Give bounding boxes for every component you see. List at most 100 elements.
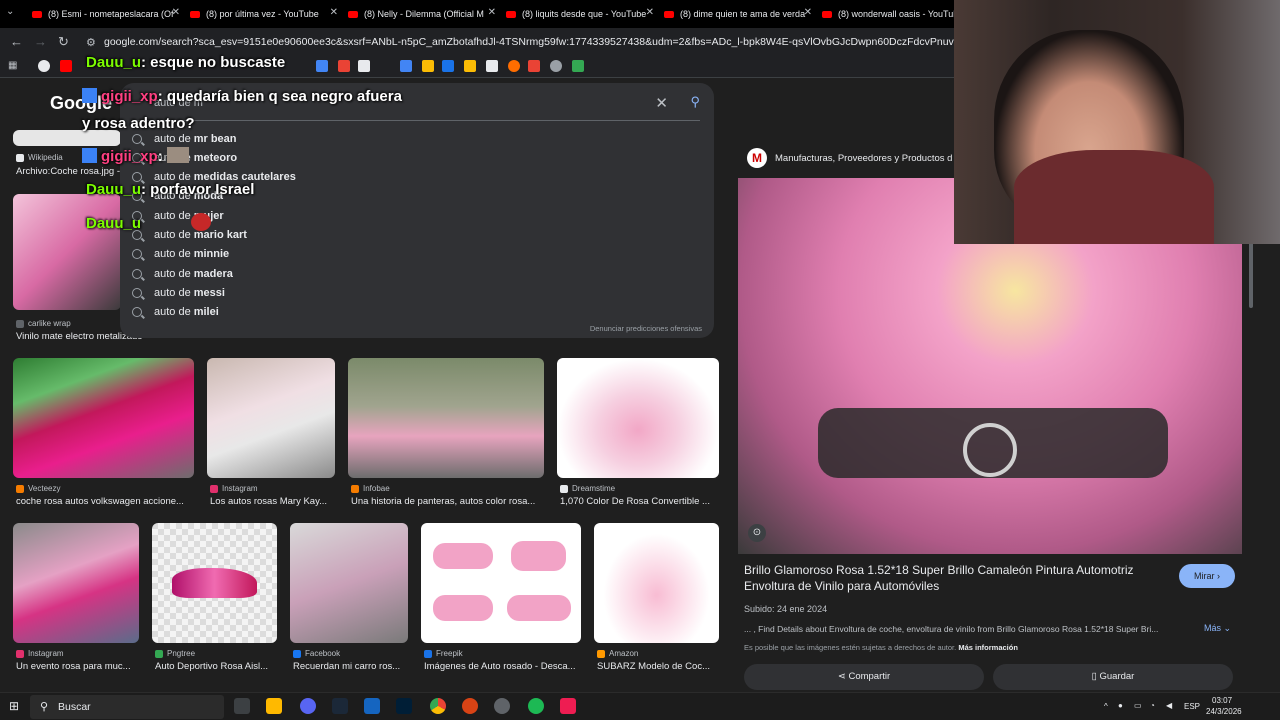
result-caption[interactable]: 1,070 Color De Rosa Convertible ... [560, 496, 719, 507]
apps-icon[interactable]: ▦ [8, 60, 20, 72]
infobae-icon [351, 484, 359, 493]
clock-date[interactable]: 24/3/2026 [1206, 707, 1242, 716]
vscode-icon[interactable] [364, 698, 380, 714]
result-image[interactable] [421, 523, 581, 643]
result-image[interactable] [13, 523, 139, 643]
preview-title[interactable]: Brillo Glamoroso Rosa 1.52*18 Super Bril… [744, 562, 1174, 594]
bookmark-icon[interactable] [572, 60, 584, 72]
result-caption[interactable]: Archivo:Coche rosa.jpg - [16, 166, 121, 177]
youtube-icon [664, 10, 674, 18]
file-explorer-icon[interactable] [266, 698, 282, 714]
suggestion-item[interactable]: auto de milei [132, 302, 219, 321]
bookmark-icon[interactable] [442, 60, 454, 72]
bookmark-icon[interactable] [422, 60, 434, 72]
suggestion-item[interactable]: auto de minnie [132, 244, 229, 263]
result-caption[interactable]: Una historia de panteras, autos color ro… [351, 496, 544, 507]
mic-icon[interactable]: ● [1118, 701, 1123, 710]
scrollbar[interactable] [1249, 238, 1253, 308]
instagram-icon [16, 649, 24, 658]
bookmark-icon[interactable] [400, 60, 412, 72]
discord-icon[interactable] [300, 698, 316, 714]
notion-icon[interactable] [358, 60, 370, 72]
tiktok-icon[interactable] [560, 698, 576, 714]
result-caption[interactable]: Los autos rosas Mary Kay... [210, 496, 335, 507]
chat-badge-icon [82, 88, 97, 103]
clear-icon[interactable]: ✕ [655, 94, 668, 112]
tab-4[interactable]: (8) liquits desde que - YouTube ✕ [502, 4, 660, 24]
display-icon[interactable]: ▭ [1134, 701, 1142, 710]
result-image[interactable] [13, 194, 121, 310]
share-button[interactable]: ⋖ Compartir [744, 664, 984, 690]
suggestion-item[interactable]: auto de messi [132, 283, 225, 302]
dreamstime-icon [560, 484, 568, 493]
youtube-bookmark-icon[interactable] [60, 60, 72, 72]
result-image[interactable] [348, 358, 544, 478]
result-caption[interactable]: Un evento rosa para muc... [16, 661, 139, 672]
bookmark-icon[interactable] [338, 60, 350, 72]
close-icon[interactable]: ✕ [488, 7, 496, 18]
spotify-icon[interactable] [528, 698, 544, 714]
tab-3[interactable]: (8) Nelly - Dilemma (Official M ✕ [344, 4, 502, 24]
taskbar-search[interactable]: ⚲ Buscar [30, 695, 224, 719]
photoshop-icon[interactable] [396, 698, 412, 714]
result-caption[interactable]: Auto Deportivo Rosa Aisl... [155, 661, 277, 672]
result-caption[interactable]: coche rosa autos volkswagen accione... [16, 496, 194, 507]
bookmark-icon[interactable] [316, 60, 328, 72]
language-indicator[interactable]: ESP [1184, 702, 1200, 711]
result-image[interactable] [13, 130, 121, 146]
close-icon[interactable]: ✕ [172, 7, 180, 18]
tab-search-icon[interactable]: ⌄ [6, 6, 22, 22]
result-image[interactable] [13, 358, 194, 478]
tray-expand-icon[interactable]: ^ [1104, 702, 1108, 711]
bookmark-icon[interactable] [464, 60, 476, 72]
tab-1[interactable]: (8) Esmi - nometapeslacara (Of ✕ [28, 4, 186, 24]
site-info-icon[interactable]: ⚙ [86, 36, 96, 49]
result-caption[interactable]: Imágenes de Auto rosado - Desca... [424, 661, 581, 672]
url-field[interactable]: google.com/search?sca_esv=9151e0e90600ee… [104, 36, 956, 48]
result-image[interactable] [594, 523, 719, 643]
report-predictions-link[interactable]: Denunciar predicciones ofensivas [590, 324, 702, 333]
steam-icon[interactable] [332, 698, 348, 714]
more-info-link[interactable]: Más información [958, 643, 1018, 652]
tab-6[interactable]: (8) wonderwall oasis - YouTube [818, 4, 976, 24]
obs-icon[interactable] [494, 698, 510, 714]
result-image[interactable] [290, 523, 408, 643]
app-icon[interactable] [462, 698, 478, 714]
mirar-button[interactable]: Mirar › [1179, 564, 1235, 588]
save-button[interactable]: ▯ Guardar [993, 664, 1233, 690]
tab-5[interactable]: (8) dime quien te ama de verda ✕ [660, 4, 818, 24]
more-button[interactable]: Más ⌄ [1204, 623, 1231, 634]
result-image[interactable] [152, 523, 277, 643]
tab-2[interactable]: (8) por última vez - YouTube ✕ [186, 4, 344, 24]
back-icon[interactable]: ← [10, 34, 23, 49]
facebook-icon [293, 649, 301, 658]
search-icon[interactable]: ⚲ [690, 94, 700, 110]
close-icon[interactable]: ✕ [330, 7, 338, 18]
bookmark-icon[interactable] [508, 60, 520, 72]
result-image[interactable] [207, 358, 335, 478]
search-icon [132, 171, 142, 182]
forward-icon[interactable]: → [34, 34, 47, 49]
result-source: Pngtree [155, 649, 195, 658]
bookmark-icon[interactable] [550, 60, 562, 72]
suggestion-item[interactable]: auto de madera [132, 264, 233, 283]
network-icon[interactable]: ◔ [1150, 701, 1155, 710]
clock-time[interactable]: 03:07 [1212, 696, 1232, 705]
widget-icon[interactable] [234, 698, 250, 714]
volume-icon[interactable]: ◀ [1166, 701, 1172, 710]
google-bookmark-icon[interactable] [38, 60, 50, 72]
bookmark-icon[interactable] [486, 60, 498, 72]
chrome-icon[interactable] [430, 698, 446, 714]
windows-start-icon[interactable]: ⊞ [9, 699, 19, 713]
bookmark-icon[interactable] [528, 60, 540, 72]
preview-site[interactable]: Manufacturas, Proveedores y Productos d [775, 153, 952, 164]
result-caption[interactable]: SUBARZ Modelo de Coc... [597, 661, 719, 672]
reload-icon[interactable]: ↻ [58, 34, 69, 50]
result-caption[interactable]: Recuerdan mi carro ros... [293, 661, 408, 672]
result-image[interactable] [557, 358, 719, 478]
close-icon[interactable]: ✕ [646, 7, 654, 18]
search-icon [132, 268, 142, 279]
chat-message: gigii_xp: quedaría bien q sea negro afue… [82, 88, 402, 105]
close-icon[interactable]: ✕ [804, 7, 812, 18]
lens-icon[interactable]: ⊙ [748, 524, 766, 542]
